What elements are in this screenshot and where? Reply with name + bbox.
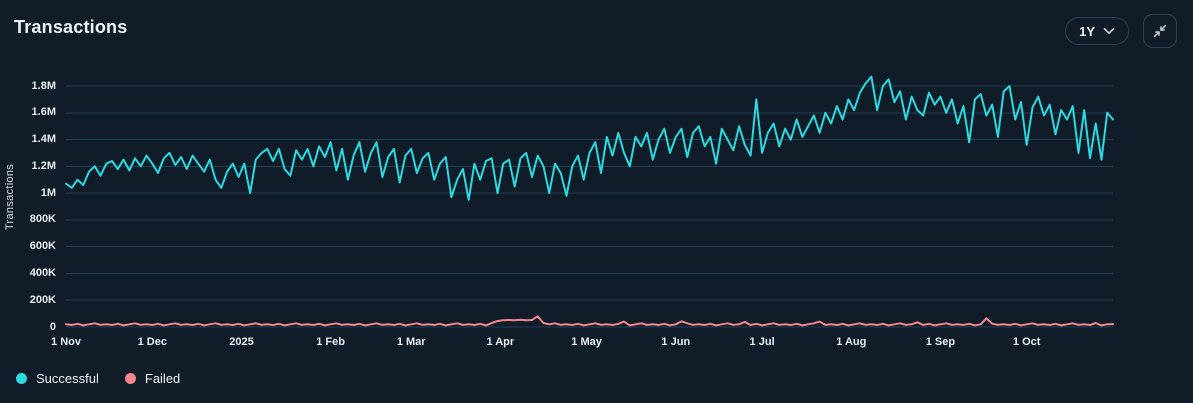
x-tick: 1 Jun [661,336,691,348]
collapse-button[interactable] [1143,14,1177,48]
legend: Successful Failed [16,371,180,386]
legend-item-successful[interactable]: Successful [16,371,99,386]
chevron-down-icon [1103,27,1115,35]
range-label: 1Y [1079,23,1095,39]
legend-label-successful: Successful [36,371,99,386]
x-tick: 1 Nov [51,336,81,348]
chart-area[interactable]: 0 200K 400K 600K 800K 1M 1.2M 1.4M 1.6M 1.8M 1 No… [0,0,1193,403]
x-tick: 1 Feb [316,336,345,348]
y-axis-title: Transactions [4,163,16,231]
range-select-button[interactable]: 1Y [1065,17,1129,45]
x-tick: 1 Oct [1012,336,1041,348]
legend-label-failed: Failed [144,371,181,386]
x-tick: 2025 [229,336,254,348]
x-tick: 1 Mar [396,336,426,348]
card-header: Transactions 1Y [0,0,1193,56]
x-tick: 1 Jul [749,336,775,348]
collapse-icon [1151,22,1169,40]
header-controls: 1Y [1065,14,1177,48]
x-tick: 1 Apr [486,336,515,348]
x-tick: 1 Dec [137,336,167,348]
y-tick: 1.8M [31,79,56,92]
x-tick: 1 May [571,336,602,348]
x-tick: 1 Sep [925,336,956,348]
series-successful-line [65,75,1114,201]
legend-item-failed[interactable]: Failed [124,371,181,386]
x-tick-labels: 1 Nov 1 Dec 2025 1 Feb 1 Mar 1 Apr 1 May 1 Jun 1… [0,336,1193,352]
y-tick: 0 [49,320,56,333]
series-failed-line [65,315,1114,327]
successful-dot [16,373,27,384]
page-title: Transactions [14,17,128,37]
x-tick: 1 Aug [836,336,867,348]
failed-dot [124,373,136,384]
